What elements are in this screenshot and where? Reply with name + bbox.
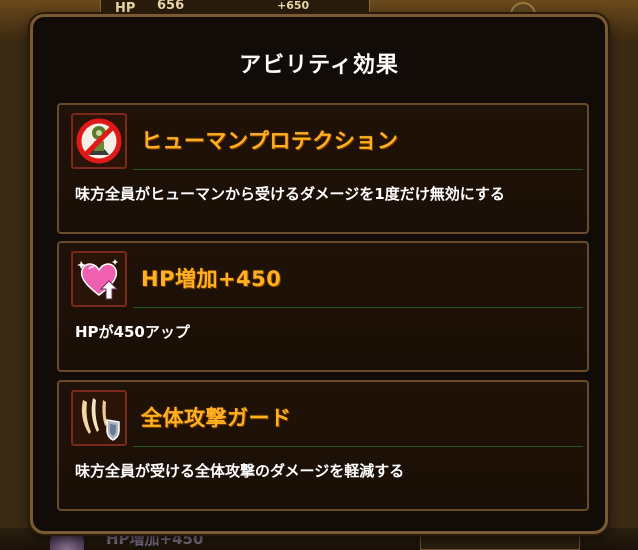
heart-up-icon xyxy=(71,251,127,307)
hp-bonus: +650 xyxy=(277,0,310,12)
ability-card-human-protection: ヒューマンプロテクション 味方全員がヒューマンから受けるダメージを1度だけ無効に… xyxy=(57,103,589,234)
divider xyxy=(133,307,583,308)
ability-title: HP増加+450 xyxy=(141,267,282,291)
ability-title: ヒューマンプロテクション xyxy=(141,129,399,153)
ability-title: 全体攻撃ガード xyxy=(141,406,292,430)
ability-description: 味方全員がヒューマンから受けるダメージを1度だけ無効にする xyxy=(75,185,505,203)
ability-description: 味方全員が受ける全体攻撃のダメージを軽減する xyxy=(75,462,405,480)
heart-icon xyxy=(50,532,84,550)
claw-shield-icon xyxy=(71,390,127,446)
ability-card-hp-up: HP増加+450 HPが450アップ xyxy=(57,241,589,372)
hp-value: 656 xyxy=(157,0,185,13)
background-button[interactable] xyxy=(420,534,580,550)
divider xyxy=(133,169,583,170)
divider xyxy=(133,446,583,447)
ability-card-aoe-guard: 全体攻撃ガード 味方全員が受ける全体攻撃のダメージを軽減する xyxy=(57,380,589,511)
modal-title: アビリティ効果 xyxy=(239,53,399,78)
ability-effects-modal: アビリティ効果 ヒューマンプロテクション 味方全員がヒューマンから受けるダメージ… xyxy=(30,14,608,534)
ability-description: HPが450アップ xyxy=(75,323,190,341)
no-human-icon xyxy=(71,113,127,169)
